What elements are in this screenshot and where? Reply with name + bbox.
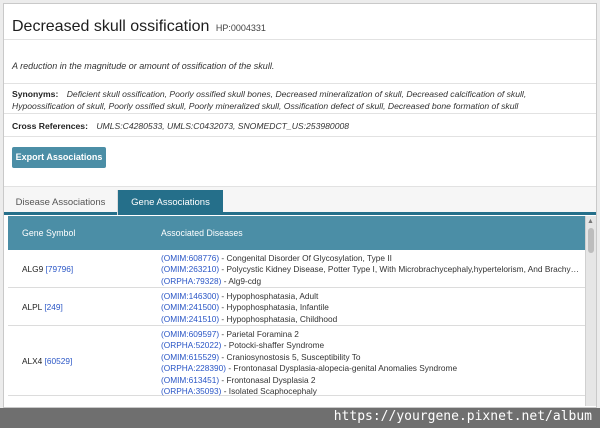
disease-item: (OMIM:609597) - Parietal Foramina 2 [161,329,582,340]
disease-item: (ORPHA:228390) - Frontonasal Dysplasia-a… [161,363,582,374]
export-associations-button[interactable]: Export Associations [12,147,106,168]
export-area: Export Associations [4,137,596,177]
synonyms-row: Synonyms: Deficient skull ossification, … [4,84,596,114]
cross-references-label: Cross References: [12,121,88,131]
associated-diseases-cell: (OMIM:146300) - Hypophosphatasia, Adult … [161,291,582,325]
disease-name: - Frontonasal Dysplasia-alopecia-genital… [226,363,458,374]
disease-name: - Hypophosphatasia, Childhood [219,313,338,324]
gene-symbol-cell: ALX4 [60529] [22,356,72,366]
disease-item: (ORPHA:79328) - Alg9-cdg [161,276,582,287]
table-row: ALX4 [60529] (OMIM:609597) - Parietal Fo… [8,326,590,396]
gene-id-link[interactable]: [249] [44,302,62,312]
cross-references-row: Cross References: UMLS:C4280533, UMLS:C0… [4,114,596,137]
column-header-gene-symbol[interactable]: Gene Symbol [22,228,75,238]
disease-item: (OMIM:263210) - Polycystic Kidney Diseas… [161,264,582,275]
disease-name: - Craniosynostosis 5, Susceptibility To [219,351,361,362]
disease-id-link[interactable]: (OMIM:608776) [161,253,219,263]
term-definition: A reduction in the magnitude or amount o… [4,40,596,84]
tab-gene-associations[interactable]: Gene Associations [118,190,223,215]
disease-id-link[interactable]: (ORPHA:228390) [161,363,226,373]
disease-id-link[interactable]: (OMIM:609597) [161,329,219,339]
disease-id-link[interactable]: (ORPHA:52022) [161,340,221,350]
gene-associations-table: Gene Symbol Associated Diseases ALG9 [79… [4,216,596,407]
disease-id-link[interactable]: (OMIM:263210) [161,264,219,274]
associated-diseases-cell: (OMIM:608776) - Congenital Disorder Of G… [161,253,582,287]
disease-item: (ORPHA:52022) - Potocki-shaffer Syndrome [161,340,582,351]
table-row: ALPL [249] (OMIM:146300) - Hypophosphata… [8,288,590,326]
disease-name: - Hypophosphatasia, Infantile [219,302,329,313]
disease-name: - Polycystic Kidney Disease, Potter Type… [219,264,582,275]
section-gap [4,177,596,187]
disease-name: - Hypophosphatasia, Adult [219,291,319,301]
watermark-bar: https://yourgene.pixnet.net/album [0,408,600,428]
disease-item: (OMIM:146300) - Hypophosphatasia, Adult [161,291,582,302]
synonyms-value: Deficient skull ossification, Poorly oss… [12,89,527,111]
gene-symbol: ALX4 [22,355,43,366]
disease-id-link[interactable]: (OMIM:241500) [161,302,219,312]
disease-id-link[interactable]: (OMIM:613451) [161,375,219,385]
gene-id-link[interactable]: [79796] [46,264,74,274]
disease-name: - Congenital Disorder Of Glycosylation, … [219,253,392,263]
disease-name: - Potocki-shaffer Syndrome [221,340,325,351]
disease-item: (OMIM:615529) - Craniosynostosis 5, Susc… [161,352,582,363]
disease-item: (ORPHA:35093) - Isolated Scaphocephaly [161,386,582,397]
gene-symbol-cell: ALG9 [79796] [22,264,73,274]
disease-id-link[interactable]: (OMIM:615529) [161,352,219,362]
disease-item: (OMIM:241500) - Hypophosphatasia, Infant… [161,302,582,313]
table-row: ALG9 [79796] (OMIM:608776) - Congenital … [8,250,590,288]
scroll-up-arrow-icon[interactable]: ▲ [587,218,594,225]
disease-name: - Isolated Scaphocephaly [221,385,317,396]
cross-references-value: UMLS:C4280533, UMLS:C0432073, SNOMEDCT_U… [96,121,350,131]
gene-id-link[interactable]: [60529] [45,356,73,366]
table-header: Gene Symbol Associated Diseases [8,216,590,250]
disease-id-link[interactable]: (ORPHA:35093) [161,386,221,396]
disease-item: (OMIM:241510) - Hypophosphatasia, Childh… [161,314,582,325]
disease-item: (OMIM:613451) - Frontonasal Dysplasia 2 [161,375,582,386]
gene-symbol: ALPL [22,301,42,312]
gene-symbol: ALG9 [22,263,44,274]
disease-id-link[interactable]: (ORPHA:79328) [161,276,221,286]
title-row: Decreased skull ossification HP:0004331 [4,4,596,40]
page-title: Decreased skull ossification [12,18,210,35]
synonyms-label: Synonyms: [12,89,59,99]
term-panel: Decreased skull ossification HP:0004331 … [3,3,597,408]
associated-diseases-cell: (OMIM:609597) - Parietal Foramina 2 (ORP… [161,329,582,397]
tab-disease-associations[interactable]: Disease Associations [4,190,118,215]
disease-item: (OMIM:608776) - Congenital Disorder Of G… [161,253,582,264]
disease-name: - Parietal Foramina 2 [219,329,299,339]
disease-name: - Alg9-cdg [221,275,262,286]
term-id: HP:0004331 [215,23,266,33]
disease-name: - Frontonasal Dysplasia 2 [219,374,316,385]
watermark-url: https://yourgene.pixnet.net/album [333,409,592,424]
disease-id-link[interactable]: (OMIM:146300) [161,291,219,301]
disease-id-link[interactable]: (OMIM:241510) [161,314,219,324]
table-scrollbar[interactable]: ▲ [585,216,596,406]
column-header-associated-diseases[interactable]: Associated Diseases [161,228,243,238]
association-tabs: Disease Associations Gene Associations [4,187,596,215]
scrollbar-thumb[interactable] [588,228,594,253]
gene-symbol-cell: ALPL [249] [22,302,63,312]
